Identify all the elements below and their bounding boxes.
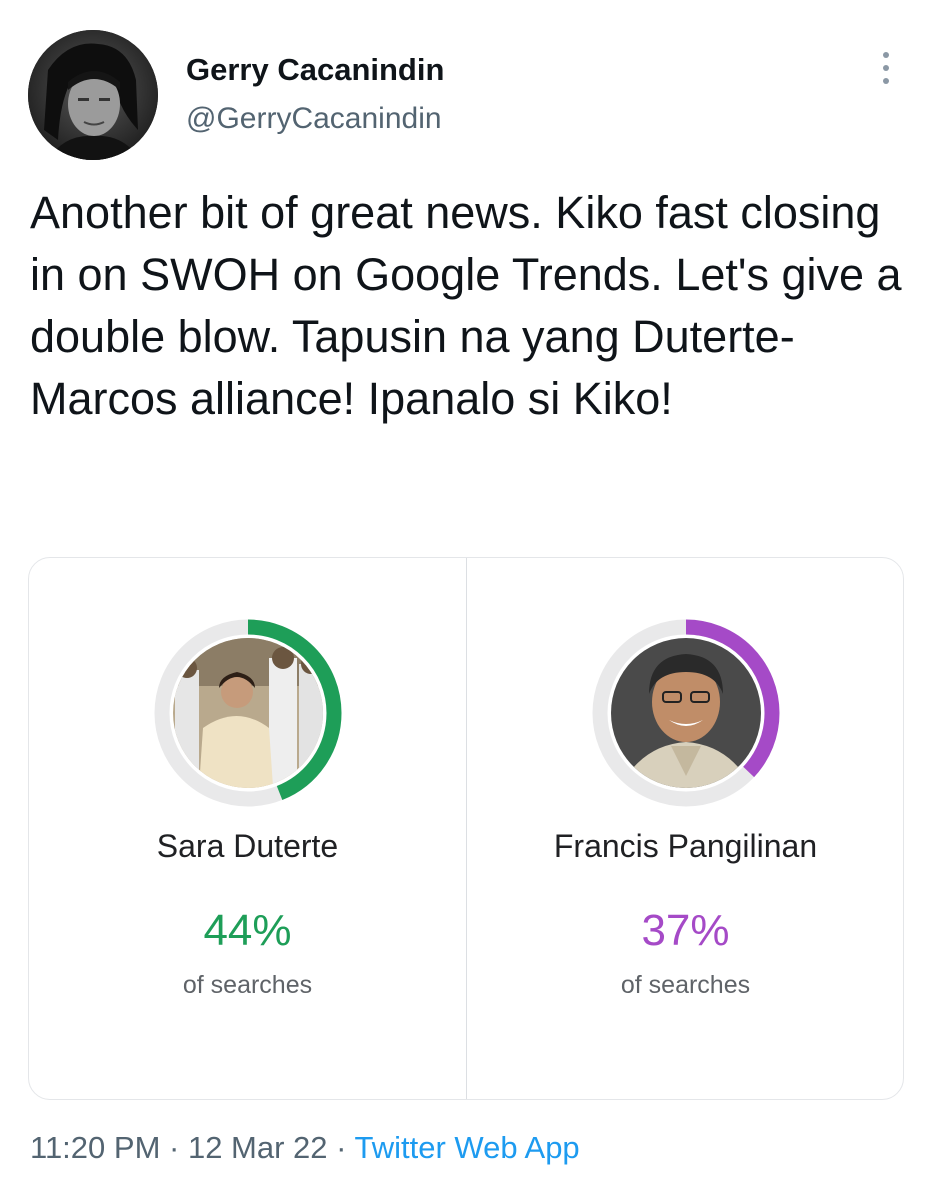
search-share-percent: 37% [641, 906, 730, 955]
search-share-percent: 44% [203, 906, 292, 955]
google-trends-card[interactable]: Sara Duterte 44% of searches Francis Pan… [28, 557, 904, 1100]
candidate-photo-sara-duterte [173, 638, 323, 788]
author-name[interactable]: Gerry Cacanindin [186, 52, 444, 88]
tweet-date[interactable]: 12 Mar 22 [188, 1130, 328, 1165]
more-options-icon[interactable] [868, 46, 904, 90]
share-ring-francis-pangilinan [592, 619, 780, 807]
tweet-author-avatar[interactable] [28, 30, 158, 160]
share-ring-sara-duterte [154, 619, 342, 807]
tweet-text: Another bit of great news. Kiko fast clo… [30, 187, 902, 424]
candidate-panel-sara-duterte: Sara Duterte 44% of searches [29, 558, 466, 1099]
candidate-panel-francis-pangilinan: Francis Pangilinan 37% of searches [467, 558, 904, 1099]
tweet-meta: 11:20 PM · 12 Mar 22 · Twitter Web App [30, 1130, 580, 1166]
author-handle[interactable]: @GerryCacanindin [186, 102, 442, 136]
more-dot [883, 52, 889, 58]
search-share-caption: of searches [182, 971, 313, 999]
candidate-name: Francis Pangilinan [553, 828, 818, 864]
more-dot [883, 65, 889, 71]
meta-separator: · [160, 1130, 188, 1165]
tweet-source-link[interactable]: Twitter Web App [355, 1130, 580, 1165]
candidate-photo-francis-pangilinan [611, 638, 761, 788]
tweet-time[interactable]: 11:20 PM [30, 1130, 160, 1165]
candidate-name: Sara Duterte [156, 828, 339, 864]
author-photo [28, 30, 158, 160]
more-dot [883, 78, 889, 84]
search-share-caption: of searches [620, 971, 751, 999]
meta-separator: · [327, 1130, 355, 1165]
